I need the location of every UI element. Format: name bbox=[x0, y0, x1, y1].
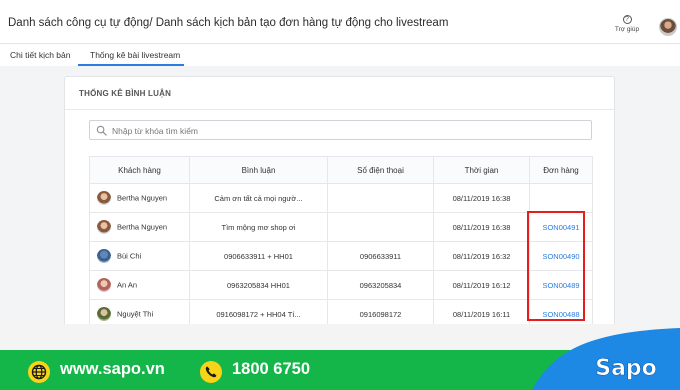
time-cell: 08/11/2019 16:12 bbox=[433, 270, 530, 300]
customer-name: Bertha Nguyen bbox=[117, 193, 168, 203]
customer-avatar bbox=[97, 191, 111, 205]
promo-footer: www.sapo.vn 1800 6750 Sapo bbox=[0, 324, 680, 390]
customer-cell: Bùi Chi bbox=[89, 241, 190, 271]
phone-icon bbox=[200, 361, 222, 383]
tab-bar: Chi tiết kịch bản Thống kê bài livestrea… bbox=[0, 44, 680, 66]
search-box[interactable] bbox=[89, 120, 592, 140]
help-icon: ? bbox=[622, 15, 632, 24]
phone-cell bbox=[327, 183, 434, 213]
customer-avatar bbox=[97, 307, 111, 321]
customer-cell: Bertha Nguyen bbox=[89, 212, 190, 242]
time-cell: 08/11/2019 16:32 bbox=[433, 241, 530, 271]
comments-table: Khách hàng Bình luận Số điện thoại Thời … bbox=[89, 156, 593, 329]
comment-cell: 0906633911 + HH01 bbox=[189, 241, 328, 271]
comment-cell: Cảm ơn tất cả mọi ngườ... bbox=[189, 183, 328, 213]
top-bar: Danh sách công cụ tự động/ Danh sách kịc… bbox=[0, 0, 680, 44]
card-divider bbox=[65, 109, 614, 110]
user-avatar[interactable] bbox=[659, 18, 677, 36]
column-header-comment[interactable]: Bình luận bbox=[189, 156, 328, 184]
table-row[interactable]: Bertha Nguyen Cảm ơn tất cả mọi ngườ... … bbox=[89, 183, 593, 213]
time-cell: 08/11/2019 16:38 bbox=[433, 183, 530, 213]
customer-name: Bertha Nguyen bbox=[117, 222, 168, 232]
phone-cell: 0906633911 bbox=[327, 241, 434, 271]
customer-cell: An An bbox=[89, 270, 190, 300]
table-row[interactable]: An An 0963205834 HH01 0963205834 08/11/2… bbox=[89, 270, 593, 300]
website-text[interactable]: www.sapo.vn bbox=[60, 360, 165, 379]
card-title: THỐNG KÊ BÌNH LUẬN bbox=[79, 89, 172, 98]
sapo-logo: Sapo bbox=[595, 356, 657, 382]
hotline-text[interactable]: 1800 6750 bbox=[232, 360, 310, 379]
customer-name: An An bbox=[117, 280, 138, 290]
tab-script-details[interactable]: Chi tiết kịch bản bbox=[10, 50, 70, 60]
table-row[interactable]: Bùi Chi 0906633911 + HH01 0906633911 08/… bbox=[89, 241, 593, 271]
table-row[interactable]: Bertha Nguyen Tìm mộng mơ shop ơi 08/11/… bbox=[89, 212, 593, 242]
customer-avatar bbox=[97, 220, 111, 234]
svg-text:Sapo: Sapo bbox=[595, 356, 657, 381]
phone-cell bbox=[327, 212, 434, 242]
help-label: Trợ giúp bbox=[614, 26, 640, 33]
comment-cell: 0963205834 HH01 bbox=[189, 270, 328, 300]
customer-avatar bbox=[97, 278, 111, 292]
comment-cell: Tìm mộng mơ shop ơi bbox=[189, 212, 328, 242]
column-header-time[interactable]: Thời gian bbox=[433, 156, 530, 184]
column-header-customer[interactable]: Khách hàng bbox=[89, 156, 190, 184]
order-cell bbox=[529, 183, 593, 213]
column-header-order[interactable]: Đơn hàng bbox=[529, 156, 593, 184]
customer-name: Bùi Chi bbox=[117, 251, 142, 261]
customer-avatar bbox=[97, 249, 111, 263]
breadcrumb[interactable]: Danh sách công cụ tự động/ Danh sách kịc… bbox=[8, 17, 448, 29]
column-header-phone[interactable]: Số điện thoại bbox=[327, 156, 434, 184]
help-button[interactable]: ? Trợ giúp bbox=[612, 15, 642, 33]
search-icon bbox=[96, 125, 107, 136]
search-input[interactable] bbox=[112, 123, 582, 138]
phone-cell: 0963205834 bbox=[327, 270, 434, 300]
globe-icon bbox=[28, 361, 50, 383]
order-column-highlight bbox=[527, 211, 585, 321]
tab-livestream-stats[interactable]: Thống kê bài livestream bbox=[90, 50, 180, 60]
time-cell: 08/11/2019 16:38 bbox=[433, 212, 530, 242]
customer-cell: Bertha Nguyen bbox=[89, 183, 190, 213]
customer-name: Nguyệt Thi bbox=[117, 309, 154, 319]
table-header-row: Khách hàng Bình luận Số điện thoại Thời … bbox=[89, 156, 593, 184]
